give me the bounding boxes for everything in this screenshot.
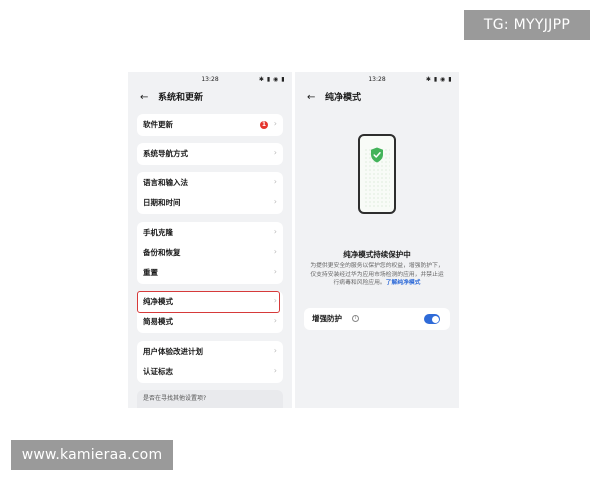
- settings-row-simple-mode[interactable]: 简易模式 ›: [137, 312, 283, 332]
- settings-row-label: 重置: [143, 268, 158, 277]
- settings-row-certification[interactable]: 认证标志 ›: [137, 362, 283, 382]
- chevron-right-icon: ›: [273, 267, 277, 276]
- pure-mode-highlight: [137, 291, 280, 313]
- settings-card: 系统导航方式 ›: [137, 143, 283, 165]
- status-bar: 13:28 ✱ ▮ ◉ ▮: [295, 72, 459, 86]
- settings-card: 软件更新 1 ›: [137, 114, 283, 136]
- system-update-screen: 13:28 ✱ ▮ ◉ ▮ ← 系统和更新 软件更新 1 › 系统导航方式 › …: [128, 72, 292, 408]
- settings-row-label: 备份和恢复: [143, 248, 181, 257]
- top-bar: ← 系统和更新: [128, 90, 292, 108]
- settings-row-language-input[interactable]: 语言和输入法 ›: [137, 173, 283, 193]
- pure-mode-description: 为提供更安全的服务以保护您的权益，增强防护下，仅支持安装经过华为应用市场检测的应…: [309, 262, 445, 288]
- status-bar: 13:28 ✱ ▮ ◉ ▮: [128, 72, 292, 86]
- settings-row-label: 简易模式: [143, 317, 173, 326]
- chevron-right-icon: ›: [273, 177, 277, 186]
- settings-row-date-time[interactable]: 日期和时间 ›: [137, 193, 283, 213]
- pure-mode-heading: 纯净模式持续保护中: [343, 250, 411, 259]
- settings-row-reset[interactable]: 重置 ›: [137, 263, 283, 283]
- enhanced-protection-label: 增强防护: [312, 314, 342, 323]
- search-suggestion[interactable]: 是否在寻找其他设置项?: [137, 390, 283, 408]
- page-title: 系统和更新: [158, 93, 204, 103]
- settings-row-label: 认证标志: [143, 367, 173, 376]
- settings-row-navigation[interactable]: 系统导航方式 ›: [137, 144, 283, 164]
- settings-row-label: 日期和时间: [143, 198, 181, 207]
- chevron-right-icon: ›: [273, 346, 277, 355]
- search-suggestion-text: 是否在寻找其他设置项?: [143, 395, 207, 402]
- toggle-knob: [431, 315, 439, 323]
- settings-row-phone-clone[interactable]: 手机克隆 ›: [137, 223, 283, 243]
- shield-check-icon: [371, 147, 383, 163]
- page-title: 纯净模式: [325, 93, 362, 103]
- top-bar: ← 纯净模式: [295, 90, 459, 108]
- update-badge: 1: [260, 121, 268, 129]
- settings-row-label: 语言和输入法: [143, 178, 188, 187]
- enhanced-protection-toggle[interactable]: [424, 314, 440, 324]
- settings-row-ux-program[interactable]: 用户体验改进计划 ›: [137, 342, 283, 362]
- arrow-left-icon[interactable]: ←: [140, 92, 148, 104]
- chevron-right-icon: ›: [273, 119, 277, 128]
- settings-card: 用户体验改进计划 › 认证标志 ›: [137, 341, 283, 383]
- settings-row-label: 手机克隆: [143, 228, 173, 237]
- watermark-tag: TG: MYYJJPP: [464, 10, 590, 40]
- enhanced-protection-card: 增强防护 i: [304, 308, 450, 330]
- settings-card: 手机克隆 › 备份和恢复 › 重置 ›: [137, 222, 283, 284]
- settings-row-backup-restore[interactable]: 备份和恢复 ›: [137, 243, 283, 263]
- pure-mode-screen: 13:28 ✱ ▮ ◉ ▮ ← 纯净模式 纯净模式持续保护中 为提供更安全的服务…: [295, 72, 459, 408]
- chevron-right-icon: ›: [273, 247, 277, 256]
- phone-illustration: [358, 134, 396, 214]
- chevron-right-icon: ›: [273, 148, 277, 157]
- chevron-right-icon: ›: [273, 227, 277, 236]
- arrow-left-icon[interactable]: ←: [307, 92, 315, 104]
- status-icons: ✱ ▮ ◉ ▮: [425, 76, 452, 83]
- settings-card: 语言和输入法 › 日期和时间 ›: [137, 172, 283, 214]
- chevron-right-icon: ›: [273, 316, 277, 325]
- settings-row-label: 用户体验改进计划: [143, 347, 203, 356]
- chevron-right-icon: ›: [273, 366, 277, 375]
- settings-row-label: 软件更新: [143, 120, 173, 129]
- status-icons: ✱ ▮ ◉ ▮: [258, 76, 285, 83]
- info-icon[interactable]: i: [352, 315, 359, 322]
- watermark-site: www.kamieraa.com: [11, 440, 173, 470]
- description-text: 为提供更安全的服务以保护您的权益，增强防护下，仅支持安装经过华为应用市场检测的应…: [310, 263, 444, 286]
- chevron-right-icon: ›: [273, 197, 277, 206]
- learn-more-link[interactable]: 了解纯净模式: [386, 280, 421, 286]
- settings-row-label: 系统导航方式: [143, 149, 188, 158]
- settings-row-software-update[interactable]: 软件更新 1 ›: [137, 115, 283, 135]
